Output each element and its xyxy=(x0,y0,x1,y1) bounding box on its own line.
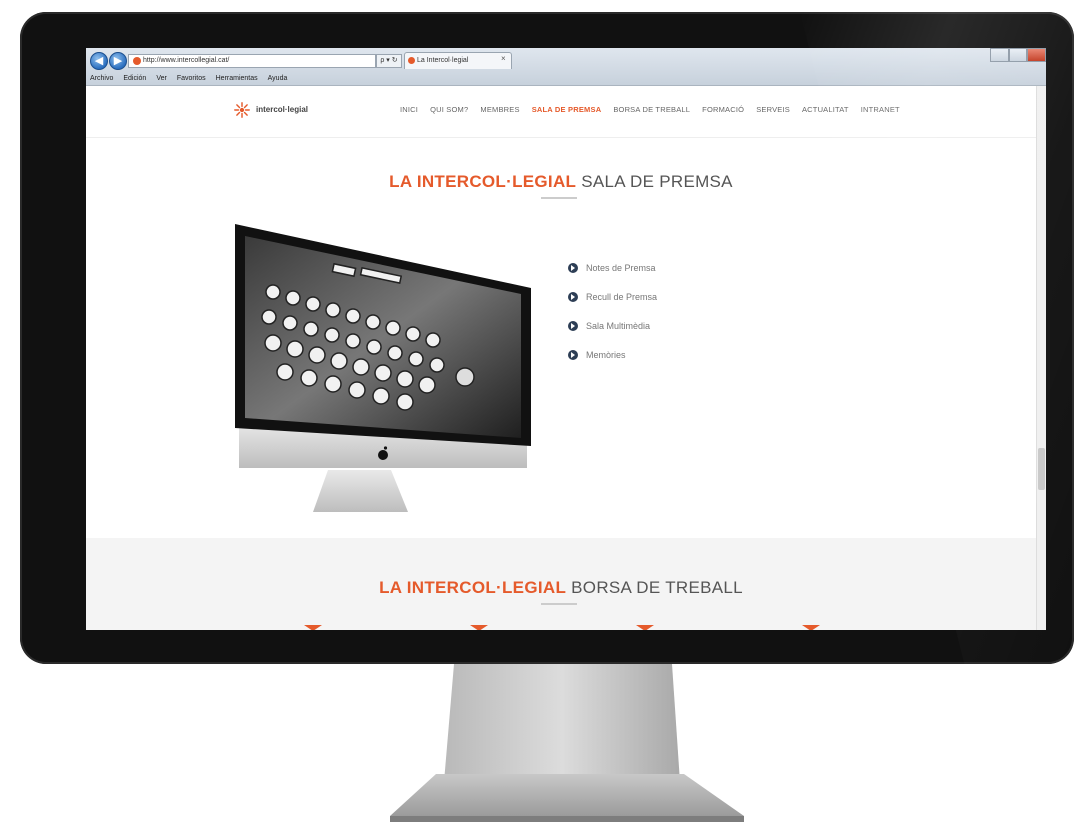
menu-favoritos[interactable]: Favoritos xyxy=(177,73,206,85)
link-label: Notes de Premsa xyxy=(586,262,656,273)
menu-ayuda[interactable]: Ayuda xyxy=(268,73,288,85)
address-bar[interactable]: http://www.intercollegial.cat/ xyxy=(128,54,376,68)
scrollbar-thumb[interactable] xyxy=(1038,448,1045,490)
monitor-stand xyxy=(390,664,744,822)
address-tools[interactable]: ρ ▾ ↻ xyxy=(376,54,402,68)
menu-bar: Archivo Edición Ver Favoritos Herramient… xyxy=(90,73,287,85)
tab-close-icon[interactable]: × xyxy=(501,54,506,63)
nav-intranet[interactable]: INTRANET xyxy=(861,105,900,114)
forward-button[interactable]: ▶ xyxy=(109,52,127,70)
nav-sala-de-premsa[interactable]: SALA DE PREMSA xyxy=(532,105,602,114)
nav-inici[interactable]: INICI xyxy=(400,105,418,114)
close-window-button[interactable] xyxy=(1027,48,1046,62)
section-title-sala-de-premsa: LA INTERCOL·LEGIAL SALA DE PREMSA xyxy=(86,172,1036,192)
section-title-accent: LA INTERCOL·LEGIAL xyxy=(389,172,577,191)
arrow-down-icon xyxy=(304,625,322,630)
section-title-borsa-de-treball: LA INTERCOL·LEGIAL BORSA DE TREBALL xyxy=(86,578,1036,598)
site-favicon-icon xyxy=(133,57,141,65)
menu-ver[interactable]: Ver xyxy=(156,73,167,85)
link-memories[interactable]: Memòries xyxy=(568,340,657,369)
press-links: Notes de Premsa Recull de Premsa Sala Mu… xyxy=(568,253,657,369)
link-recull-de-premsa[interactable]: Recull de Premsa xyxy=(568,282,657,311)
browser-tab[interactable]: La Intercol·legial xyxy=(404,52,512,69)
menu-edicion[interactable]: Edición xyxy=(123,73,146,85)
device-mockup: ◀ ▶ http://www.intercollegial.cat/ ρ ▾ ↻… xyxy=(0,0,1074,826)
section-title-rest: SALA DE PREMSA xyxy=(581,172,733,191)
nav-actualitat[interactable]: ACTUALITAT xyxy=(802,105,849,114)
back-button[interactable]: ◀ xyxy=(90,52,108,70)
menu-archivo[interactable]: Archivo xyxy=(90,73,113,85)
monitor-screen: ◀ ▶ http://www.intercollegial.cat/ ρ ▾ ↻… xyxy=(86,48,1046,630)
arrow-down-icon xyxy=(802,625,820,630)
maximize-button[interactable] xyxy=(1008,48,1028,62)
bullet-arrow-icon xyxy=(568,349,578,360)
bullet-arrow-icon xyxy=(568,291,578,302)
site-header: intercol·legial INICI QUI SOM? MEMBRES S… xyxy=(86,86,1046,138)
bullet-arrow-icon xyxy=(568,262,578,273)
nav-formacio[interactable]: FORMACIÓ xyxy=(702,105,744,114)
bullet-arrow-icon xyxy=(568,320,578,331)
link-label: Recull de Premsa xyxy=(586,291,658,302)
link-label: Memòries xyxy=(586,349,626,360)
link-sala-multimedia[interactable]: Sala Multimèdia xyxy=(568,311,657,340)
imac-typewriter-image xyxy=(235,224,531,512)
section-title-accent: LA INTERCOL·LEGIAL xyxy=(379,578,567,597)
logo-text[interactable]: intercol·legial xyxy=(256,105,308,114)
browser-chrome: ◀ ▶ http://www.intercollegial.cat/ ρ ▾ ↻… xyxy=(86,48,1046,86)
arrow-down-icon xyxy=(470,625,488,630)
tab-favicon-icon xyxy=(408,57,415,64)
logo-icon[interactable] xyxy=(233,101,251,119)
main-nav: INICI QUI SOM? MEMBRES SALA DE PREMSA BO… xyxy=(400,105,900,114)
arrow-down-icon xyxy=(636,625,654,630)
minimize-button[interactable] xyxy=(990,48,1009,62)
section-title-rest: BORSA DE TREBALL xyxy=(571,578,743,597)
link-notes-de-premsa[interactable]: Notes de Premsa xyxy=(568,253,657,282)
scrollbar[interactable] xyxy=(1036,86,1046,630)
nav-qui-som[interactable]: QUI SOM? xyxy=(430,105,468,114)
nav-borsa-de-treball[interactable]: BORSA DE TREBALL xyxy=(613,105,690,114)
menu-herramientas[interactable]: Herramientas xyxy=(216,73,258,85)
title-divider xyxy=(541,603,577,605)
title-divider xyxy=(541,197,577,199)
window-controls xyxy=(990,48,1046,62)
link-label: Sala Multimèdia xyxy=(586,320,651,331)
nav-membres[interactable]: MEMBRES xyxy=(480,105,519,114)
nav-serveis[interactable]: SERVEIS xyxy=(756,105,790,114)
